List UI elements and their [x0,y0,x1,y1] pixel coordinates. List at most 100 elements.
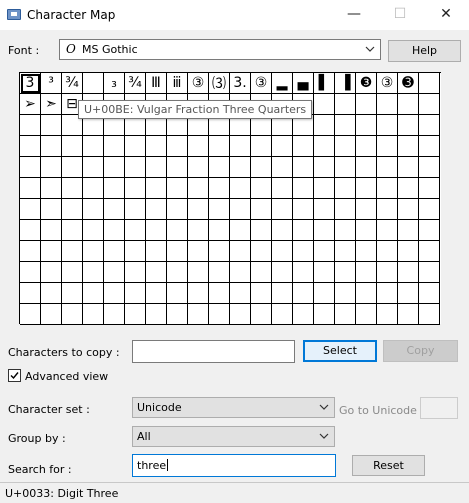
character-cell[interactable] [167,304,188,325]
character-cell[interactable] [125,283,146,304]
characters-to-copy-input[interactable] [132,340,295,363]
character-cell[interactable] [209,157,230,178]
character-cell[interactable] [419,304,440,325]
character-cell[interactable] [167,220,188,241]
character-cell[interactable] [20,262,41,283]
character-cell[interactable] [377,241,398,262]
character-cell[interactable] [419,220,440,241]
character-cell[interactable] [146,283,167,304]
character-cell[interactable] [188,220,209,241]
character-cell[interactable] [209,220,230,241]
font-dropdown[interactable]: O MS Gothic [59,39,381,60]
character-cell[interactable]: ¾ [125,73,146,94]
character-cell[interactable] [293,283,314,304]
close-button[interactable]: ✕ [423,0,469,30]
character-cell[interactable] [251,283,272,304]
character-cell[interactable] [62,283,83,304]
character-cell[interactable] [230,241,251,262]
character-cell[interactable] [419,94,440,115]
character-cell[interactable] [41,262,62,283]
character-cell[interactable] [272,157,293,178]
character-cell[interactable] [377,157,398,178]
character-cell[interactable] [251,136,272,157]
character-cell[interactable] [377,283,398,304]
character-cell[interactable]: ➌ [398,73,419,94]
character-cell[interactable] [188,241,209,262]
character-cell[interactable] [41,157,62,178]
search-input[interactable]: three [132,454,336,477]
character-cell[interactable] [314,262,335,283]
character-cell[interactable] [20,178,41,199]
character-cell[interactable] [356,199,377,220]
character-cell[interactable] [335,115,356,136]
character-cell[interactable] [272,304,293,325]
character-cell[interactable] [377,262,398,283]
character-cell[interactable]: ¾ [62,73,83,94]
character-cell[interactable] [377,220,398,241]
character-cell[interactable] [293,157,314,178]
character-cell[interactable] [314,220,335,241]
character-cell[interactable] [62,178,83,199]
character-cell[interactable] [41,178,62,199]
character-cell[interactable] [62,262,83,283]
character-cell[interactable] [146,157,167,178]
character-cell[interactable] [398,199,419,220]
character-cell[interactable] [419,73,440,94]
character-cell[interactable] [335,241,356,262]
character-cell[interactable] [251,304,272,325]
character-cell[interactable] [335,178,356,199]
character-cell[interactable] [230,157,251,178]
character-cell[interactable]: ▂ [272,73,293,94]
character-cell[interactable]: Ⅲ [146,73,167,94]
character-cell[interactable] [209,283,230,304]
character-cell[interactable] [104,199,125,220]
character-cell[interactable] [83,73,104,94]
character-cell[interactable] [377,199,398,220]
character-cell[interactable] [146,136,167,157]
character-cell[interactable] [125,262,146,283]
character-cell[interactable] [314,115,335,136]
character-cell[interactable] [230,178,251,199]
character-cell[interactable] [293,262,314,283]
character-cell[interactable] [356,157,377,178]
character-cell[interactable] [272,136,293,157]
character-cell[interactable] [83,304,104,325]
character-cell[interactable]: 3. [230,73,251,94]
advanced-view-checkbox[interactable] [8,369,21,382]
character-cell[interactable] [62,304,83,325]
character-cell[interactable] [335,262,356,283]
character-cell[interactable] [272,220,293,241]
character-cell[interactable] [104,136,125,157]
character-cell[interactable] [356,220,377,241]
character-cell[interactable] [41,199,62,220]
character-cell[interactable] [20,136,41,157]
character-cell[interactable] [272,241,293,262]
character-cell[interactable] [188,178,209,199]
character-cell[interactable] [62,136,83,157]
character-cell[interactable] [188,157,209,178]
character-cell[interactable] [20,241,41,262]
character-cell[interactable] [104,304,125,325]
character-cell[interactable] [167,241,188,262]
character-cell[interactable] [314,178,335,199]
character-cell[interactable] [251,178,272,199]
character-cell[interactable] [62,157,83,178]
character-cell[interactable] [83,283,104,304]
character-cell[interactable] [41,115,62,136]
character-cell[interactable] [356,178,377,199]
character-cell[interactable] [104,220,125,241]
character-cell[interactable] [83,199,104,220]
character-cell[interactable] [335,199,356,220]
character-cell[interactable] [272,178,293,199]
character-cell[interactable]: ③ [188,73,209,94]
character-cell[interactable] [377,115,398,136]
character-cell[interactable] [251,262,272,283]
character-cell[interactable] [230,283,251,304]
character-cell[interactable] [251,241,272,262]
character-cell[interactable] [335,157,356,178]
character-cell[interactable] [398,304,419,325]
character-cell[interactable] [104,178,125,199]
character-cell[interactable] [62,199,83,220]
character-cell[interactable] [314,304,335,325]
character-cell[interactable] [125,178,146,199]
